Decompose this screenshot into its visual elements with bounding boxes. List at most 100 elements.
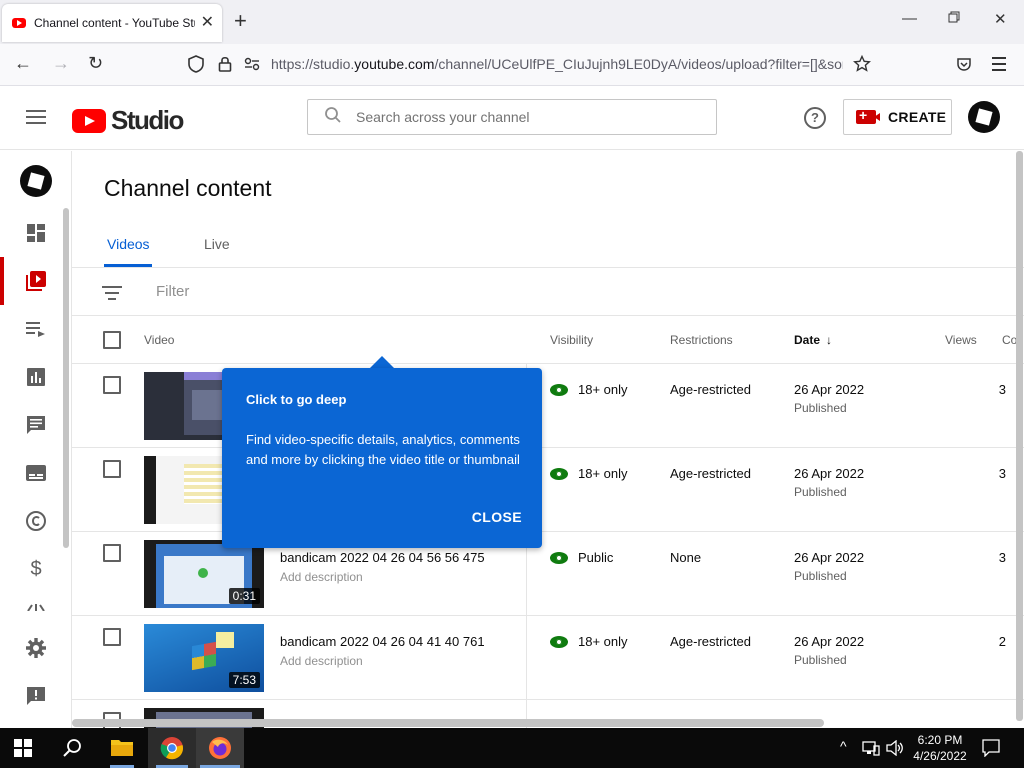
customization-icon[interactable] <box>24 599 48 611</box>
browser-tab-strip: Channel content - YouTube Studio ✕ + — ✕ <box>0 0 1024 44</box>
sort-down-arrow-icon: ↓ <box>826 333 833 347</box>
create-button[interactable]: CREATE <box>843 99 952 135</box>
hamburger-menu-icon[interactable] <box>26 110 46 124</box>
content-icon[interactable] <box>24 269 48 293</box>
url-path: /channel/UCeUlfPE_CIuJujnh9LE0DyA/videos… <box>434 56 843 72</box>
analytics-icon[interactable] <box>24 365 48 389</box>
feedback-icon[interactable] <box>24 684 48 708</box>
system-clock[interactable]: 6:20 PM 4/26/2022 <box>912 732 968 764</box>
restrictions-cell[interactable]: Age-restricted <box>670 634 751 649</box>
new-tab-icon[interactable]: + <box>234 10 247 32</box>
video-description[interactable]: Add description <box>280 654 363 668</box>
file-explorer-icon[interactable] <box>110 736 134 760</box>
lock-icon[interactable] <box>218 55 232 78</box>
permissions-icon[interactable] <box>244 57 260 76</box>
tooltip-title: Click to go deep <box>246 392 347 407</box>
visibility-cell[interactable]: 18+ only <box>550 634 628 649</box>
row-checkbox[interactable] <box>103 544 121 562</box>
video-title[interactable]: bandicam 2022 04 26 04 56 56 475 <box>280 550 485 565</box>
search-input[interactable]: Search across your channel <box>307 99 717 135</box>
content-tabs: Videos Live <box>72 226 1024 268</box>
channel-avatar[interactable] <box>20 165 52 197</box>
account-avatar[interactable] <box>968 101 1000 133</box>
header-restrictions[interactable]: Restrictions <box>670 333 733 347</box>
subtitles-icon[interactable] <box>24 461 48 485</box>
youtube-favicon-icon <box>12 18 26 28</box>
forward-icon[interactable]: → <box>52 54 70 72</box>
restrictions-cell[interactable]: Age-restricted <box>670 466 751 481</box>
browser-tab-active[interactable]: Channel content - YouTube Studio ✕ <box>2 4 222 42</box>
tab-title: Channel content - YouTube Studio <box>34 16 195 30</box>
header-visibility[interactable]: Visibility <box>550 333 593 347</box>
shield-icon[interactable] <box>188 55 204 78</box>
minimize-icon[interactable]: — <box>902 10 917 27</box>
restrictions-cell[interactable]: None <box>670 550 701 565</box>
duration-badge: 0:31 <box>228 588 260 604</box>
table-row[interactable]: 18+ only Age-restricted 26 Apr 2022 Publ… <box>72 448 1024 532</box>
network-icon[interactable] <box>862 740 880 761</box>
restrictions-cell[interactable]: Age-restricted <box>670 382 751 397</box>
settings-gear-icon[interactable] <box>24 636 48 660</box>
comments-icon[interactable] <box>24 413 48 437</box>
pocket-icon[interactable] <box>956 56 972 77</box>
tooltip-close-button[interactable]: CLOSE <box>472 509 522 525</box>
visibility-cell[interactable]: 18+ only <box>550 382 628 397</box>
filter-icon[interactable] <box>102 286 122 304</box>
visibility-eye-icon <box>550 551 568 564</box>
earn-dollar-icon[interactable]: $ <box>24 557 48 581</box>
dashboard-icon[interactable] <box>24 221 48 245</box>
window-close-icon[interactable]: ✕ <box>994 10 1007 28</box>
horizontal-scrollbar[interactable] <box>72 719 824 727</box>
video-title[interactable]: bandicam 2022 04 26 04 41 40 761 <box>280 634 485 649</box>
url-bar[interactable]: https://studio.youtube.com/channel/UCeUl… <box>180 48 880 82</box>
sidebar-scrollbar[interactable] <box>63 208 69 548</box>
search-icon <box>324 106 342 129</box>
studio-logo[interactable]: Studio <box>72 105 184 136</box>
vertical-scrollbar[interactable] <box>1016 151 1023 721</box>
help-icon[interactable]: ? <box>804 107 826 129</box>
video-description[interactable]: Add description <box>280 570 363 584</box>
studio-header: Studio Search across your channel ? CREA… <box>0 86 1024 150</box>
visibility-cell[interactable]: 18+ only <box>550 466 628 481</box>
table-row[interactable]: 18+ only Age-restricted 26 Apr 2022 Publ… <box>72 364 1024 448</box>
filter-input[interactable]: Filter <box>156 283 189 300</box>
select-all-checkbox[interactable] <box>103 331 121 349</box>
bookmark-star-icon[interactable] <box>853 54 871 78</box>
visibility-eye-icon <box>550 383 568 396</box>
row-checkbox[interactable] <box>103 376 121 394</box>
youtube-logo-icon <box>72 108 106 133</box>
table-row[interactable]: 7:53 bandicam 2022 04 26 04 41 40 761 Ad… <box>72 616 1024 700</box>
visibility-text: Public <box>578 550 614 565</box>
video-thumbnail[interactable]: 0:31 <box>144 540 264 608</box>
table-row[interactable]: 0:31 bandicam 2022 04 26 04 56 56 475 Ad… <box>72 532 1024 616</box>
app-menu-icon[interactable] <box>992 57 1006 71</box>
notifications-icon[interactable] <box>982 739 1000 762</box>
row-checkbox[interactable] <box>103 460 121 478</box>
restore-icon[interactable] <box>948 10 960 27</box>
header-date[interactable]: Date ↓ <box>794 333 832 347</box>
create-label: CREATE <box>888 109 947 125</box>
header-video: Video <box>144 333 175 347</box>
tab-live[interactable]: Live <box>204 236 230 252</box>
header-views[interactable]: Views <box>945 333 977 347</box>
row-checkbox[interactable] <box>103 628 121 646</box>
tab-close-icon[interactable]: ✕ <box>201 15 214 31</box>
tab-videos[interactable]: Videos <box>107 236 150 252</box>
url-text[interactable]: https://studio.youtube.com/channel/UCeUl… <box>271 56 843 72</box>
playlists-icon[interactable] <box>24 317 48 341</box>
tooltip-body: Find video-specific details, analytics, … <box>246 432 520 467</box>
show-hidden-icons-icon[interactable]: ^ <box>840 738 847 754</box>
copyright-icon[interactable] <box>24 509 48 533</box>
visibility-cell[interactable]: Public <box>550 550 613 565</box>
volume-icon[interactable] <box>886 739 904 761</box>
search-taskbar-icon[interactable] <box>62 738 86 762</box>
views-cell: 2 <box>998 634 1006 649</box>
clock-time: 6:20 PM <box>917 733 963 747</box>
video-thumbnail[interactable]: 7:53 <box>144 624 264 692</box>
chrome-icon[interactable] <box>160 736 184 760</box>
back-icon[interactable]: ← <box>14 54 32 72</box>
windows-start-icon[interactable] <box>14 739 38 763</box>
search-placeholder: Search across your channel <box>356 109 530 125</box>
reload-icon[interactable]: ↻ <box>88 54 103 72</box>
firefox-icon[interactable] <box>208 736 232 760</box>
